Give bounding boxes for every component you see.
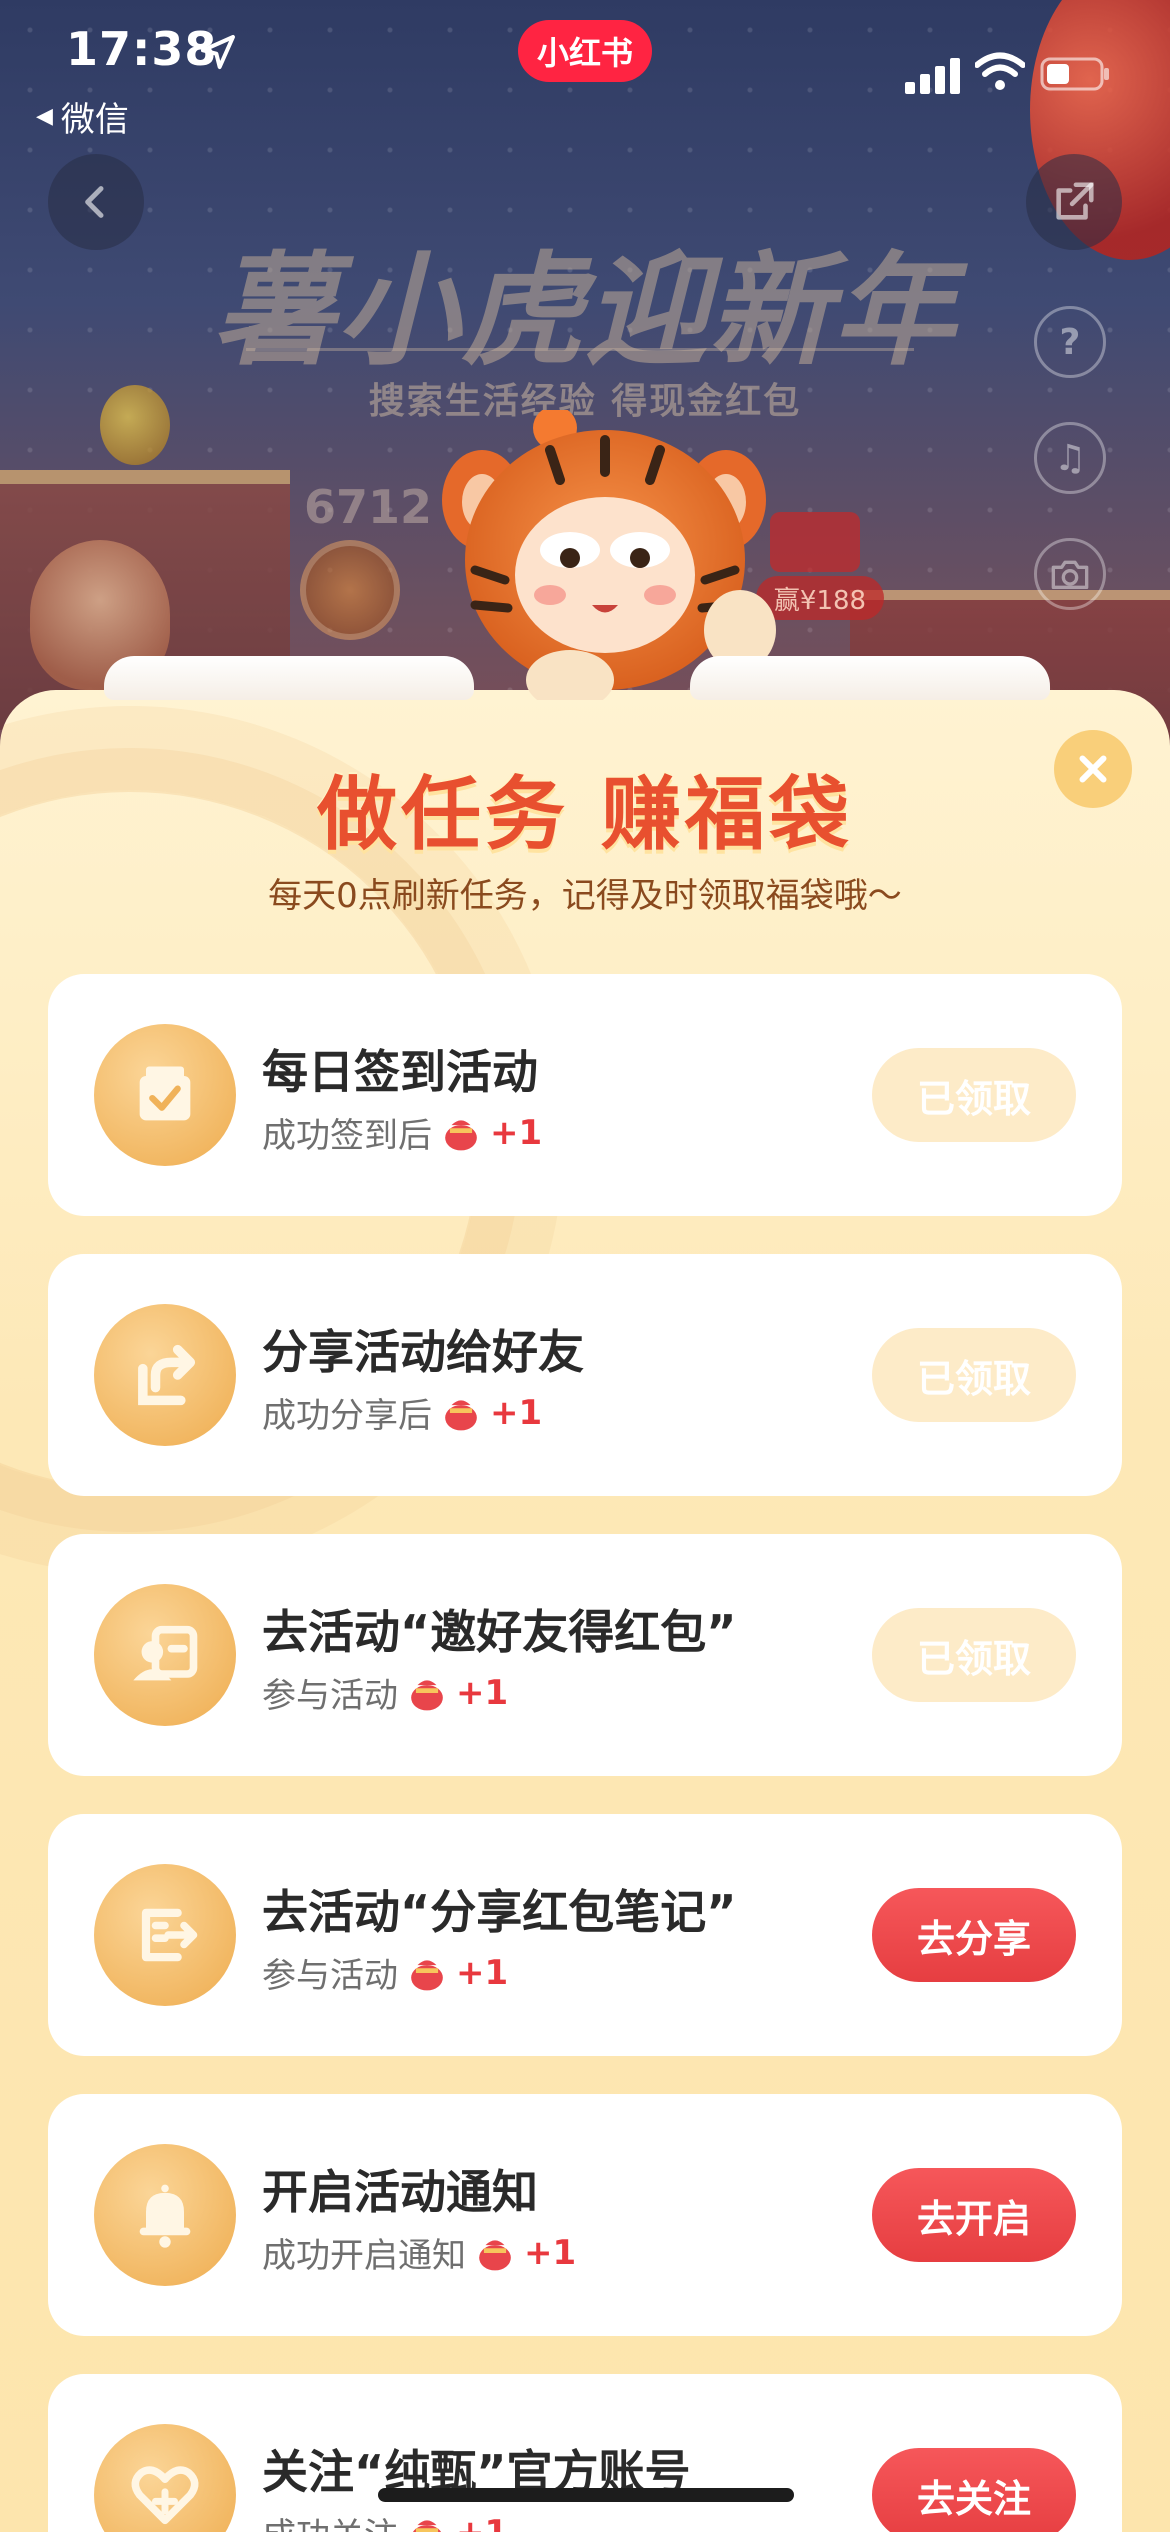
background-counter: 6712	[304, 480, 433, 534]
task-title: 每日签到活动	[262, 1045, 538, 1099]
red-envelope-icon	[770, 512, 860, 572]
snow-ledge-right	[690, 656, 1050, 700]
task-desc-text: 成功开启通知	[262, 2236, 466, 2276]
lucky-bag-icon	[445, 1119, 477, 1150]
back-triangle-icon: ◀	[36, 104, 53, 129]
task-reward: +1	[490, 1112, 543, 1153]
camera-icon	[1051, 560, 1089, 589]
task-card-daily-checkin: 每日签到活动 成功签到后 +1 已领取	[48, 974, 1122, 1216]
task-desc: 成功关注 +1	[262, 2508, 508, 2532]
claimed-button[interactable]: 已领取	[872, 1048, 1076, 1142]
task-reward: +1	[456, 2513, 508, 2532]
status-time: 17:38	[66, 22, 218, 76]
bell-icon	[94, 2144, 236, 2286]
claimed-button[interactable]: 已领取	[872, 1328, 1076, 1422]
panel-title: 做任务 赚福袋	[317, 768, 853, 861]
cellular-signal-icon	[905, 58, 960, 94]
task-desc: 参与活动 +1	[262, 1668, 508, 1717]
task-card-follow-account: 关注“纯甄”官方账号 成功关注 +1 去关注	[48, 2374, 1122, 2532]
home-indicator[interactable]	[378, 2488, 794, 2502]
lucky-bag-icon	[412, 2519, 442, 2532]
task-title: 去活动“邀好友得红包”	[262, 1605, 737, 1659]
hero-title: 薯小虎迎新年	[213, 240, 957, 382]
panel-subtitle: 每天0点刷新任务，记得及时领取福袋哦～	[268, 876, 902, 916]
claimed-button[interactable]: 已领取	[872, 1608, 1076, 1702]
back-app-label: 微信	[60, 100, 129, 140]
task-desc: 成功签到后 +1	[262, 1108, 542, 1157]
task-reward: +1	[524, 2232, 577, 2273]
status-bar: 17:38 ◀ 微信 小红书	[0, 0, 1170, 140]
back-to-wechat[interactable]: ◀ 微信	[36, 92, 129, 141]
task-reward: +1	[490, 1392, 543, 1433]
task-card-invite-friends: 去活动“邀好友得红包” 参与活动 +1 已领取	[48, 1534, 1122, 1776]
task-desc-text: 参与活动	[262, 1676, 398, 1716]
music-button[interactable]: ♫	[1034, 422, 1106, 494]
lucky-bag-icon	[411, 1679, 443, 1710]
wifi-icon	[975, 52, 1025, 90]
task-desc: 成功分享后 +1	[262, 1388, 542, 1437]
heart-plus-icon	[94, 2424, 236, 2532]
task-desc-text: 成功关注	[262, 2508, 398, 2532]
task-desc: 成功开启通知 +1	[262, 2228, 576, 2277]
task-desc: 参与活动 +1	[262, 1948, 508, 1997]
battery-icon	[1040, 57, 1109, 91]
snow-ledge-left	[104, 656, 474, 700]
task-reward: +1	[456, 1952, 509, 1993]
go-share-button[interactable]: 去分享	[872, 1888, 1076, 1982]
task-card-share-friends: 分享活动给好友 成功分享后 +1 已领取	[48, 1254, 1122, 1496]
location-arrow-icon	[201, 35, 235, 69]
lucky-bag-icon	[411, 1959, 443, 1990]
task-desc-text: 成功签到后	[262, 1116, 432, 1156]
calendar-check-icon	[94, 1024, 236, 1166]
task-desc-text: 参与活动	[262, 1956, 398, 1996]
brand-badge: 小红书	[518, 20, 652, 82]
invite-friend-icon	[94, 1584, 236, 1726]
lucky-bag-icon	[445, 1399, 477, 1430]
task-title: 分享活动给好友	[262, 1325, 584, 1379]
task-reward: +1	[456, 1672, 509, 1713]
task-card-enable-notification: 开启活动通知 成功开启通知 +1 去开启	[48, 2094, 1122, 2336]
lucky-bag-icon	[479, 2239, 511, 2270]
share-icon	[94, 1304, 236, 1446]
task-title: 开启活动通知	[262, 2165, 538, 2219]
camera-button[interactable]	[1034, 538, 1106, 610]
note-share-icon	[94, 1864, 236, 2006]
music-note-icon: ♫	[1053, 437, 1087, 479]
task-desc-text: 成功分享后	[262, 1396, 432, 1436]
task-title: 去活动“分享红包笔记”	[262, 1885, 737, 1939]
task-card-share-note: 去活动“分享红包笔记” 参与活动 +1 去分享	[48, 1814, 1122, 2056]
go-enable-button[interactable]: 去开启	[872, 2168, 1076, 2262]
tiger-avatar	[300, 540, 400, 640]
go-follow-button[interactable]: 去关注	[872, 2448, 1076, 2532]
hero-divider	[246, 348, 914, 351]
